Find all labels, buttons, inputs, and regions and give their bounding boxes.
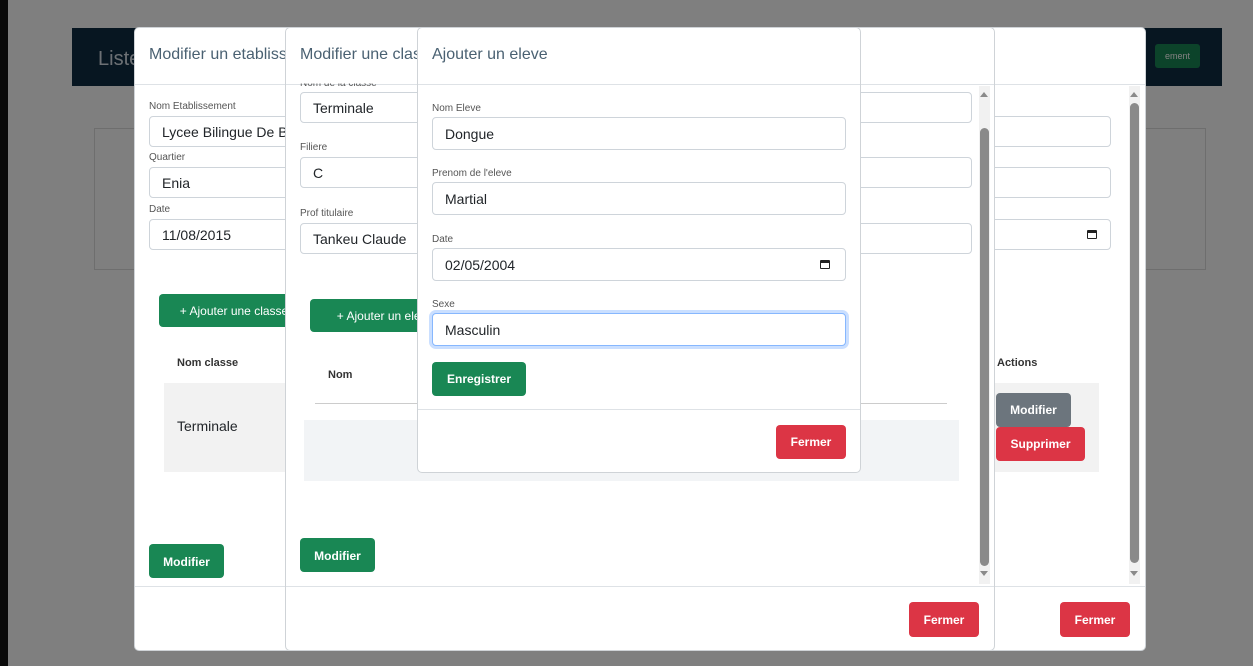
sexe-input[interactable]: Masculin bbox=[432, 313, 846, 346]
delete-class-button[interactable]: Supprimer bbox=[996, 427, 1085, 461]
enregistrer-button[interactable]: Enregistrer bbox=[432, 362, 526, 396]
table-header-actions: Actions bbox=[997, 357, 1038, 369]
modify-class-button[interactable]: Modifier bbox=[996, 393, 1071, 427]
nom-eleve-input[interactable]: Dongue bbox=[432, 117, 846, 150]
fermer-eleve-button[interactable]: Fermer bbox=[776, 425, 846, 459]
calendar-icon[interactable] bbox=[1087, 230, 1097, 239]
prenom-eleve-input[interactable]: Martial bbox=[432, 182, 846, 215]
fermer-classe-button[interactable]: Fermer bbox=[909, 602, 979, 637]
filiere-label: Filiere bbox=[300, 142, 328, 153]
date-naissance-input[interactable]: 02/05/2004 bbox=[432, 248, 846, 281]
quartier-label: Quartier bbox=[149, 152, 186, 163]
modal-footer-divider bbox=[418, 409, 860, 410]
nom-etablissement-label: Nom Etablissement bbox=[149, 101, 236, 112]
date-naissance-label: Date bbox=[432, 234, 454, 245]
table-header-nom: Nom bbox=[328, 369, 353, 381]
scrollbar-thumb[interactable] bbox=[980, 128, 989, 566]
modal-title: Ajouter un eleve bbox=[432, 46, 548, 63]
modal-ajouter-eleve: Ajouter un eleve Nom Eleve Dongue Prenom… bbox=[417, 27, 861, 473]
sexe-label: Sexe bbox=[432, 299, 455, 310]
scrollbar-thumb[interactable] bbox=[1130, 103, 1139, 563]
scroll-down-arrow-icon[interactable] bbox=[980, 571, 988, 576]
prof-titulaire-label: Prof titulaire bbox=[300, 208, 354, 219]
prenom-eleve-label: Prenom de l'eleve bbox=[432, 168, 512, 179]
date-label: Date bbox=[149, 204, 171, 215]
modifier-etablissement-button[interactable]: Modifier bbox=[149, 544, 224, 578]
nom-classe-label: Nom de la classe bbox=[300, 78, 377, 90]
table-header-nom-classe: Nom classe bbox=[177, 357, 239, 369]
modifier-classe-button[interactable]: Modifier bbox=[300, 538, 375, 572]
fermer-etablissement-button[interactable]: Fermer bbox=[1060, 602, 1130, 637]
calendar-icon[interactable] bbox=[820, 260, 830, 269]
class-name-cell: Terminale bbox=[177, 418, 238, 434]
scroll-down-arrow-icon[interactable] bbox=[1130, 571, 1138, 576]
scroll-up-arrow-icon[interactable] bbox=[1130, 92, 1138, 97]
modal-header-divider bbox=[418, 84, 860, 85]
modal-footer-divider bbox=[286, 586, 994, 587]
scroll-up-arrow-icon[interactable] bbox=[980, 92, 988, 97]
nom-eleve-label: Nom Eleve bbox=[432, 103, 481, 114]
